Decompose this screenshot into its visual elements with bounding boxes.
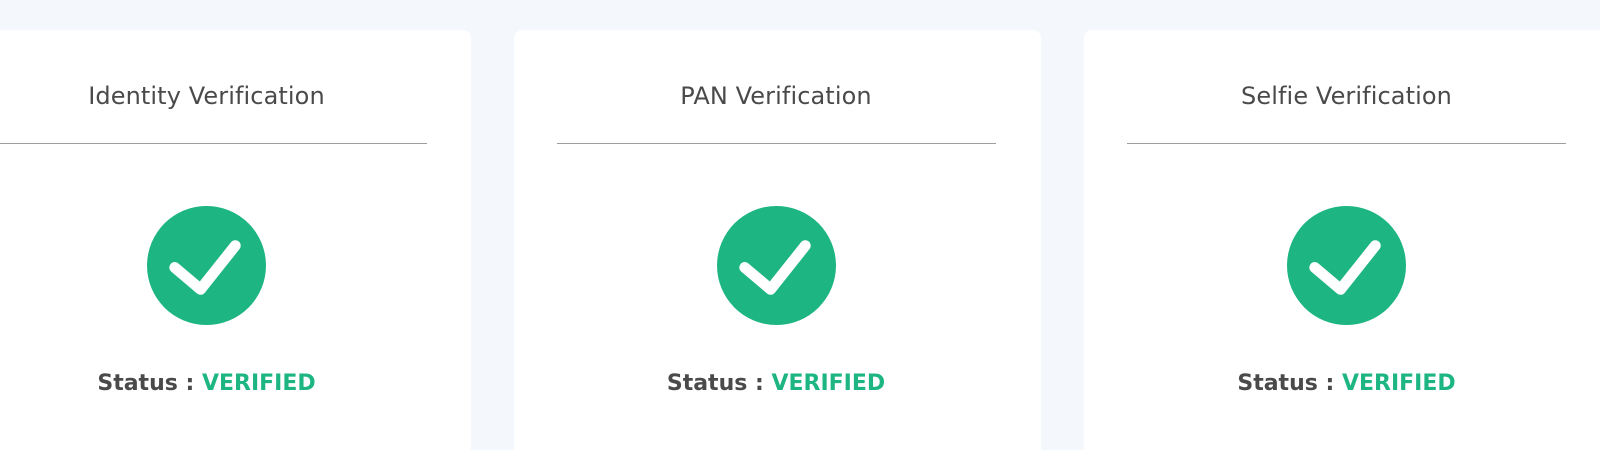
card-title: PAN Verification bbox=[680, 82, 872, 110]
check-circle-icon bbox=[147, 206, 266, 325]
card-title: Selfie Verification bbox=[1241, 82, 1452, 110]
divider bbox=[557, 143, 996, 144]
status-label: Status : bbox=[1237, 371, 1342, 396]
card-title: Identity Verification bbox=[88, 82, 325, 110]
status-badge: VERIFIED bbox=[201, 371, 316, 396]
check-circle-icon bbox=[717, 206, 836, 325]
pan-verification-card: PAN Verification Status : VERIFIED bbox=[514, 30, 1041, 450]
divider bbox=[1127, 143, 1566, 144]
divider bbox=[0, 143, 427, 144]
status-line: Status : VERIFIED bbox=[0, 371, 473, 396]
selfie-verification-card: Selfie Verification Status : VERIFIED bbox=[1084, 30, 1600, 450]
status-badge: VERIFIED bbox=[1341, 371, 1456, 396]
status-line: Status : VERIFIED bbox=[514, 371, 1038, 396]
verification-dashboard: Identity Verification Status : VERIFIED … bbox=[0, 0, 1600, 450]
identity-verification-card: Identity Verification Status : VERIFIED bbox=[0, 30, 471, 450]
status-badge: VERIFIED bbox=[771, 371, 886, 396]
check-circle-icon bbox=[1287, 206, 1406, 325]
status-label: Status : bbox=[97, 371, 202, 396]
status-label: Status : bbox=[666, 371, 772, 396]
status-line: Status : VERIFIED bbox=[1084, 371, 1600, 396]
